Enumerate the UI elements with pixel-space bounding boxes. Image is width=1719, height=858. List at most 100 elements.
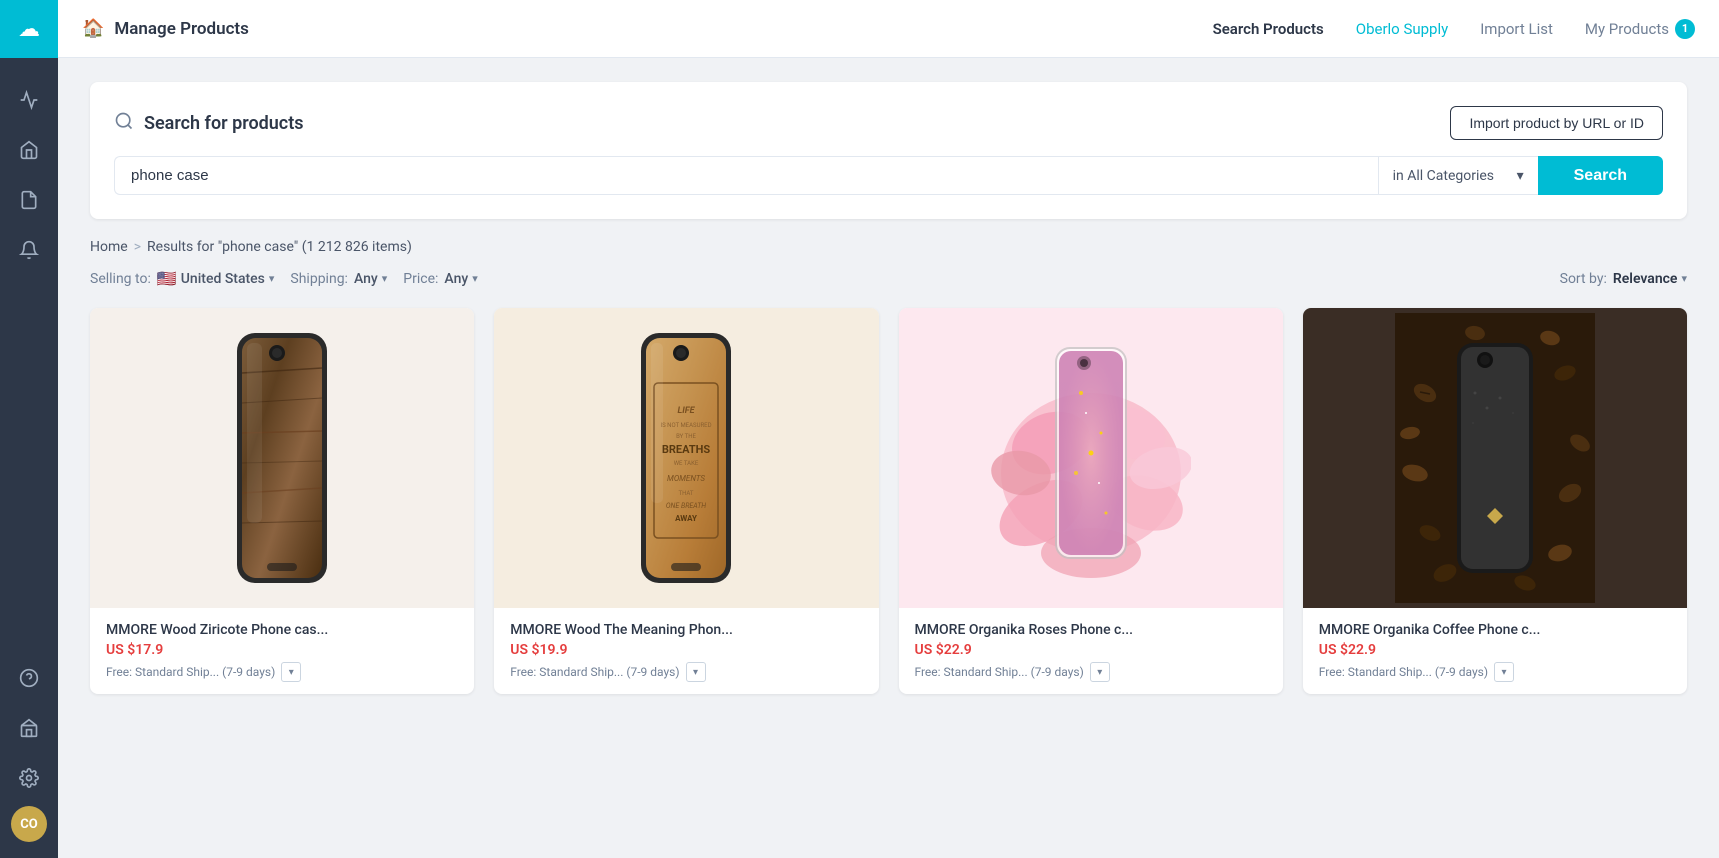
product-card[interactable]: MMORE Organika Roses Phone c... US $22.9… — [899, 308, 1283, 694]
search-bar: in All Categories ▾ Search — [114, 156, 1663, 195]
svg-text:AWAY: AWAY — [675, 514, 697, 523]
search-title-wrap: Search for products — [114, 111, 304, 136]
product-name: MMORE Organika Roses Phone c... — [915, 622, 1267, 638]
product-info: MMORE Organika Coffee Phone c... US $22.… — [1303, 608, 1687, 694]
shipping-text: Free: Standard Ship... (7-9 days) — [510, 665, 679, 679]
shipping-dropdown-button[interactable]: ▾ — [1090, 662, 1110, 682]
svg-text:LIFE: LIFE — [678, 406, 696, 416]
product-price: US $22.9 — [915, 642, 1267, 658]
product-image — [991, 313, 1191, 603]
page-home-icon: 🏠 — [82, 18, 104, 39]
svg-text:BREATHS: BREATHS — [662, 443, 711, 456]
filter-shipping-value-wrap[interactable]: Any ▾ — [354, 271, 387, 287]
search-section-title: Search for products — [144, 113, 304, 134]
product-card[interactable]: MMORE Wood Ziricote Phone cas... US $17.… — [90, 308, 474, 694]
sidebar-item-analytics[interactable] — [7, 78, 51, 122]
gear-icon — [19, 768, 39, 788]
avatar[interactable]: CO — [11, 806, 47, 842]
shipping-dropdown-button[interactable]: ▾ — [281, 662, 301, 682]
sidebar-logo[interactable]: ☁ — [0, 0, 58, 58]
filter-price-label: Price: — [403, 271, 438, 287]
product-shipping: Free: Standard Ship... (7-9 days) ▾ — [106, 662, 458, 682]
product-image — [202, 313, 362, 603]
sidebar-item-help[interactable] — [7, 656, 51, 700]
home-icon — [19, 140, 39, 160]
svg-text:IS NOT MEASURED: IS NOT MEASURED — [661, 422, 712, 429]
us-flag-icon: 🇺🇸 — [157, 269, 177, 288]
nav-search-products[interactable]: Search Products — [1213, 20, 1324, 38]
product-shipping: Free: Standard Ship... (7-9 days) ▾ — [510, 662, 862, 682]
product-name: MMORE Organika Coffee Phone c... — [1319, 622, 1671, 638]
shipping-text: Free: Standard Ship... (7-9 days) — [106, 665, 275, 679]
product-image: LIFE IS NOT MEASURED BY THE BREATHS WE T… — [606, 313, 766, 603]
breadcrumb-home[interactable]: Home — [90, 239, 128, 255]
store-icon — [19, 718, 39, 738]
sort-wrap: Sort by: Relevance ▾ — [1560, 271, 1687, 287]
search-input[interactable] — [114, 156, 1378, 195]
shipping-dropdown-button[interactable]: ▾ — [1494, 662, 1514, 682]
filter-shipping-label: Shipping: — [290, 271, 348, 287]
topnav-links: Search Products Oberlo Supply Import Lis… — [1213, 19, 1695, 39]
products-grid: MMORE Wood Ziricote Phone cas... US $17.… — [90, 308, 1687, 694]
product-image — [1395, 313, 1595, 603]
selling-to-chevron-icon: ▾ — [269, 272, 275, 285]
search-button[interactable]: Search — [1538, 156, 1663, 195]
sort-value-wrap[interactable]: Relevance ▾ — [1613, 271, 1687, 287]
filter-selling-to: Selling to: 🇺🇸 United States ▾ — [90, 269, 274, 288]
filter-selling-to-label: Selling to: — [90, 271, 151, 287]
category-chevron-icon: ▾ — [1517, 168, 1524, 184]
sidebar-item-notifications[interactable] — [7, 228, 51, 272]
breadcrumb-current: Results for "phone case" (1 212 826 item… — [147, 239, 412, 255]
sidebar-item-settings[interactable] — [7, 756, 51, 800]
product-info: MMORE Organika Roses Phone c... US $22.9… — [899, 608, 1283, 694]
nav-my-products-wrap[interactable]: My Products 1 — [1585, 19, 1695, 39]
product-image-wrap — [90, 308, 474, 608]
svg-text:BY THE: BY THE — [676, 433, 696, 440]
product-shipping: Free: Standard Ship... (7-9 days) ▾ — [1319, 662, 1671, 682]
filters-bar: Selling to: 🇺🇸 United States ▾ Shipping:… — [90, 269, 1687, 288]
price-chevron-icon: ▾ — [472, 272, 478, 285]
sort-chevron-icon: ▾ — [1681, 272, 1687, 285]
filter-shipping: Shipping: Any ▾ — [290, 271, 387, 287]
product-card[interactable]: LIFE IS NOT MEASURED BY THE BREATHS WE T… — [494, 308, 878, 694]
shipping-dropdown-button[interactable]: ▾ — [686, 662, 706, 682]
filter-price-value: Any — [444, 271, 468, 287]
svg-text:ONE BREATH: ONE BREATH — [666, 502, 706, 510]
filter-shipping-value: Any — [354, 271, 378, 287]
svg-text:WE TAKE: WE TAKE — [674, 460, 699, 467]
topnav: 🏠 Manage Products Search Products Oberlo… — [58, 0, 1719, 58]
nav-my-products: My Products — [1585, 20, 1669, 38]
shipping-text: Free: Standard Ship... (7-9 days) — [915, 665, 1084, 679]
my-products-badge: 1 — [1675, 19, 1695, 39]
svg-text:MOMENTS: MOMENTS — [667, 474, 705, 483]
sidebar-item-home[interactable] — [7, 128, 51, 172]
product-card[interactable]: MMORE Organika Coffee Phone c... US $22.… — [1303, 308, 1687, 694]
breadcrumb-separator: > — [134, 239, 141, 255]
filter-selling-to-value-wrap[interactable]: 🇺🇸 United States ▾ — [157, 269, 275, 288]
sidebar-nav — [7, 58, 51, 656]
sidebar-item-orders[interactable] — [7, 178, 51, 222]
shipping-text: Free: Standard Ship... (7-9 days) — [1319, 665, 1488, 679]
category-select[interactable]: in All Categories ▾ — [1378, 156, 1538, 195]
nav-import-list[interactable]: Import List — [1480, 20, 1553, 38]
filter-price-value-wrap[interactable]: Any ▾ — [444, 271, 477, 287]
product-price: US $17.9 — [106, 642, 458, 658]
nav-oberlo-supply[interactable]: Oberlo Supply — [1356, 20, 1448, 38]
search-icon — [114, 111, 134, 136]
sort-value: Relevance — [1613, 271, 1678, 287]
product-price: US $19.9 — [510, 642, 862, 658]
main-content: 🏠 Manage Products Search Products Oberlo… — [58, 0, 1719, 858]
sidebar-item-store[interactable] — [7, 706, 51, 750]
product-image-wrap: LIFE IS NOT MEASURED BY THE BREATHS WE T… — [494, 308, 878, 608]
shipping-chevron-icon: ▾ — [382, 272, 388, 285]
orders-icon — [19, 190, 39, 210]
filters-left: Selling to: 🇺🇸 United States ▾ Shipping:… — [90, 269, 478, 288]
sidebar: ☁ CO — [0, 0, 58, 858]
search-header: Search for products Import product by UR… — [114, 106, 1663, 140]
analytics-icon — [19, 90, 39, 110]
product-image-wrap — [899, 308, 1283, 608]
import-product-button[interactable]: Import product by URL or ID — [1450, 106, 1663, 140]
breadcrumb: Home > Results for "phone case" (1 212 8… — [90, 239, 1687, 255]
cloud-icon: ☁ — [18, 17, 40, 42]
filter-price: Price: Any ▾ — [403, 271, 477, 287]
